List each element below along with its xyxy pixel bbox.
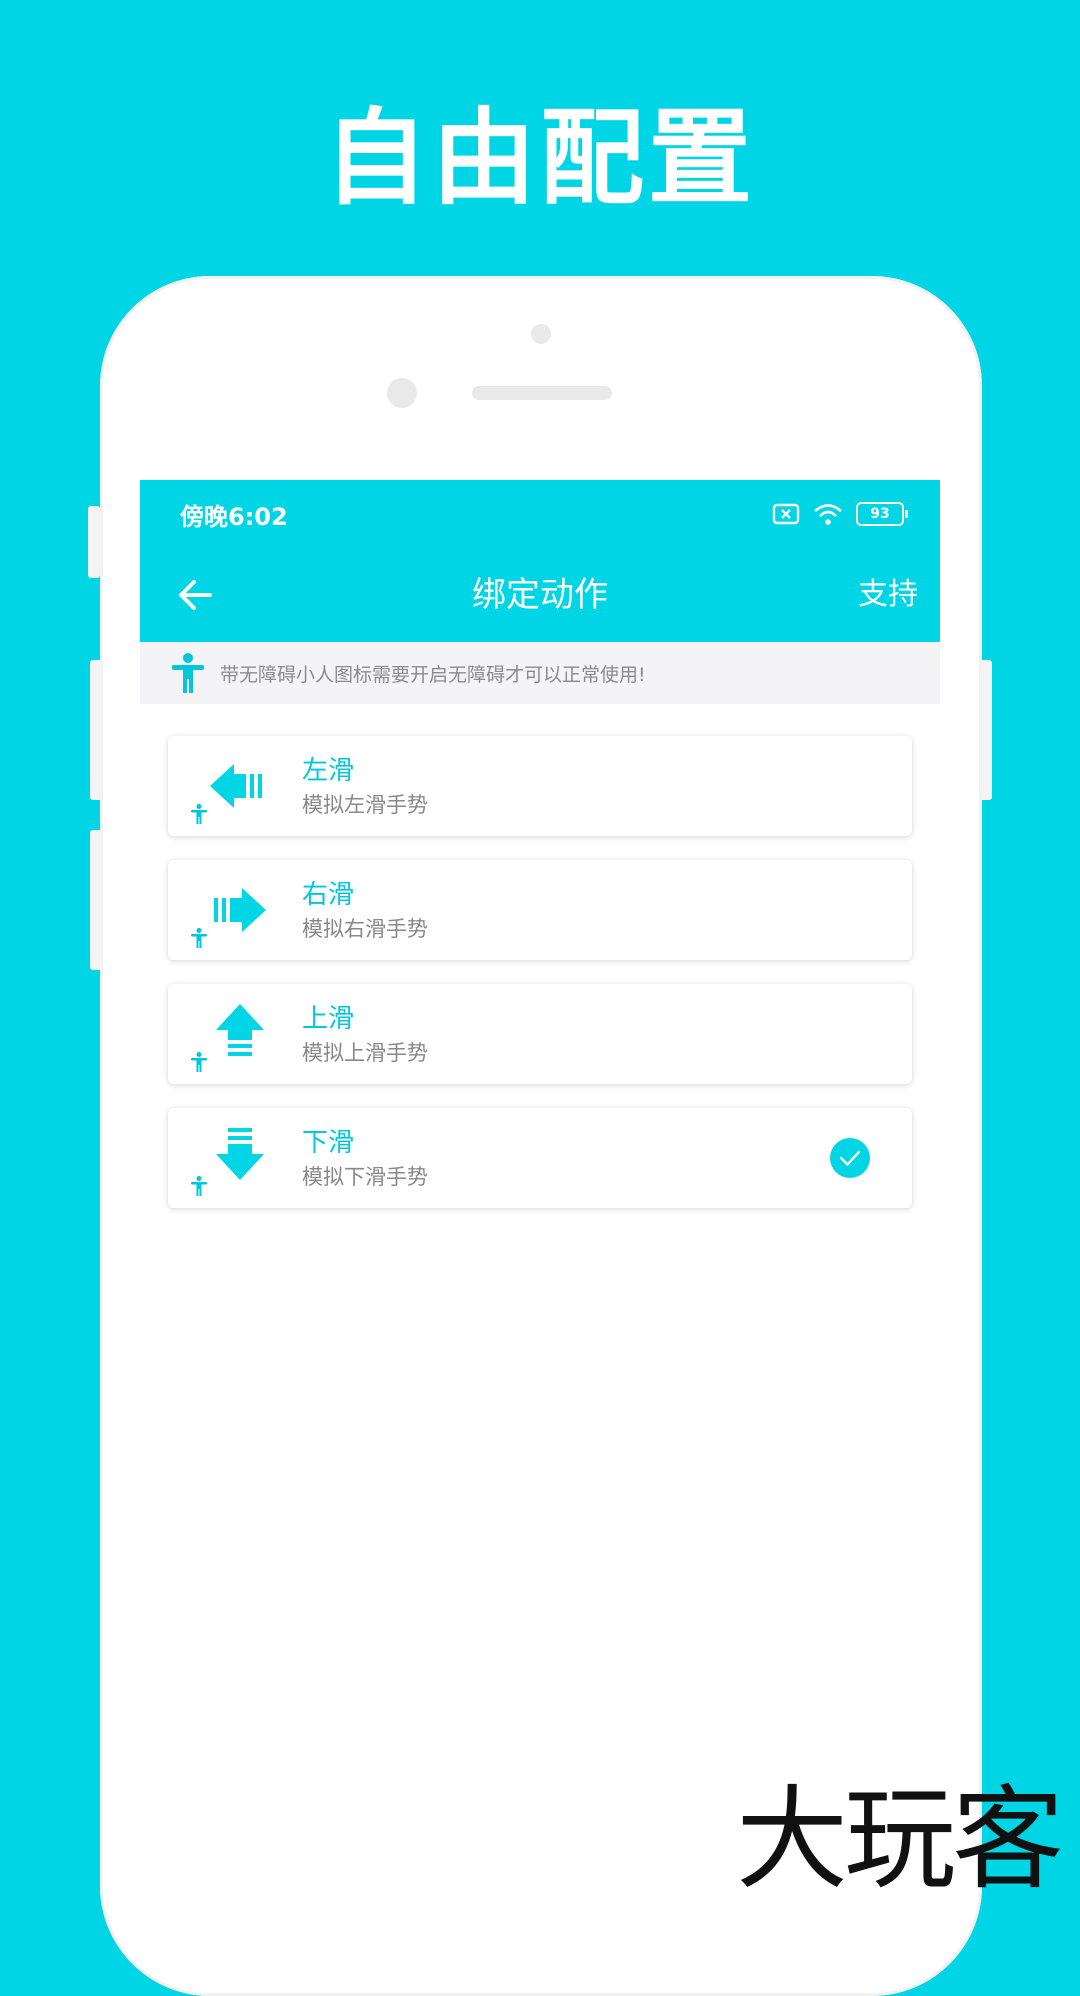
action-list: 左滑 模拟左滑手势 右滑 模拟右滑手势 上滑 模拟上滑手势 下滑 模拟下滑手势 — [140, 704, 940, 1208]
page-title: 绑定动作 — [472, 575, 608, 615]
check-circle-icon — [830, 1138, 870, 1178]
accessibility-person-icon — [191, 804, 207, 824]
action-item-swipe-left[interactable]: 左滑 模拟左滑手势 — [168, 736, 912, 836]
action-item-swipe-up[interactable]: 上滑 模拟上滑手势 — [168, 984, 912, 1084]
back-arrow-icon[interactable] — [170, 570, 220, 620]
action-title: 上滑 — [302, 1004, 355, 1034]
swipe-down-icon — [216, 1128, 264, 1180]
action-item-swipe-right[interactable]: 右滑 模拟右滑手势 — [168, 860, 912, 960]
action-subtitle: 模拟上滑手势 — [302, 1041, 428, 1065]
phone-speaker — [472, 386, 612, 400]
accessibility-person-icon — [191, 1176, 207, 1196]
status-time: 傍晚6:02 — [180, 502, 288, 531]
app-screen: 傍晚6:02 93 绑定动作 支持 带无障碍小人图标需要开启无障碍才可以正常使用… — [140, 480, 940, 1920]
action-subtitle: 模拟左滑手势 — [302, 793, 428, 817]
action-subtitle: 模拟下滑手势 — [302, 1165, 428, 1189]
notice-text: 带无障碍小人图标需要开启无障碍才可以正常使用! — [220, 663, 646, 686]
action-title: 右滑 — [302, 880, 355, 910]
action-title: 左滑 — [302, 756, 355, 786]
wifi-icon — [814, 504, 842, 525]
sim-off-icon — [772, 503, 800, 525]
swipe-up-icon — [216, 1004, 264, 1056]
battery-icon: 93 — [856, 502, 908, 526]
action-item-swipe-down[interactable]: 下滑 模拟下滑手势 — [168, 1108, 912, 1208]
status-bar: 傍晚6:02 93 — [140, 480, 940, 548]
phone-sensor — [531, 324, 551, 344]
accessibility-person-icon — [172, 653, 204, 693]
action-title: 下滑 — [302, 1128, 355, 1158]
phone-side-button — [88, 506, 100, 578]
swipe-left-icon — [210, 764, 262, 808]
support-button[interactable]: 支持 — [858, 548, 918, 642]
promo-title: 自由配置 — [323, 97, 756, 219]
watermark-logo: 大玩客 — [736, 1775, 1064, 1905]
accessibility-person-icon — [191, 928, 207, 948]
accessibility-person-icon — [191, 1052, 207, 1072]
accessibility-notice: 带无障碍小人图标需要开启无障碍才可以正常使用! — [140, 642, 940, 704]
swipe-right-icon — [214, 888, 266, 932]
phone-camera — [387, 378, 417, 408]
action-subtitle: 模拟右滑手势 — [302, 917, 428, 941]
status-icons: 93 — [772, 502, 908, 526]
toolbar: 绑定动作 支持 — [140, 548, 940, 642]
